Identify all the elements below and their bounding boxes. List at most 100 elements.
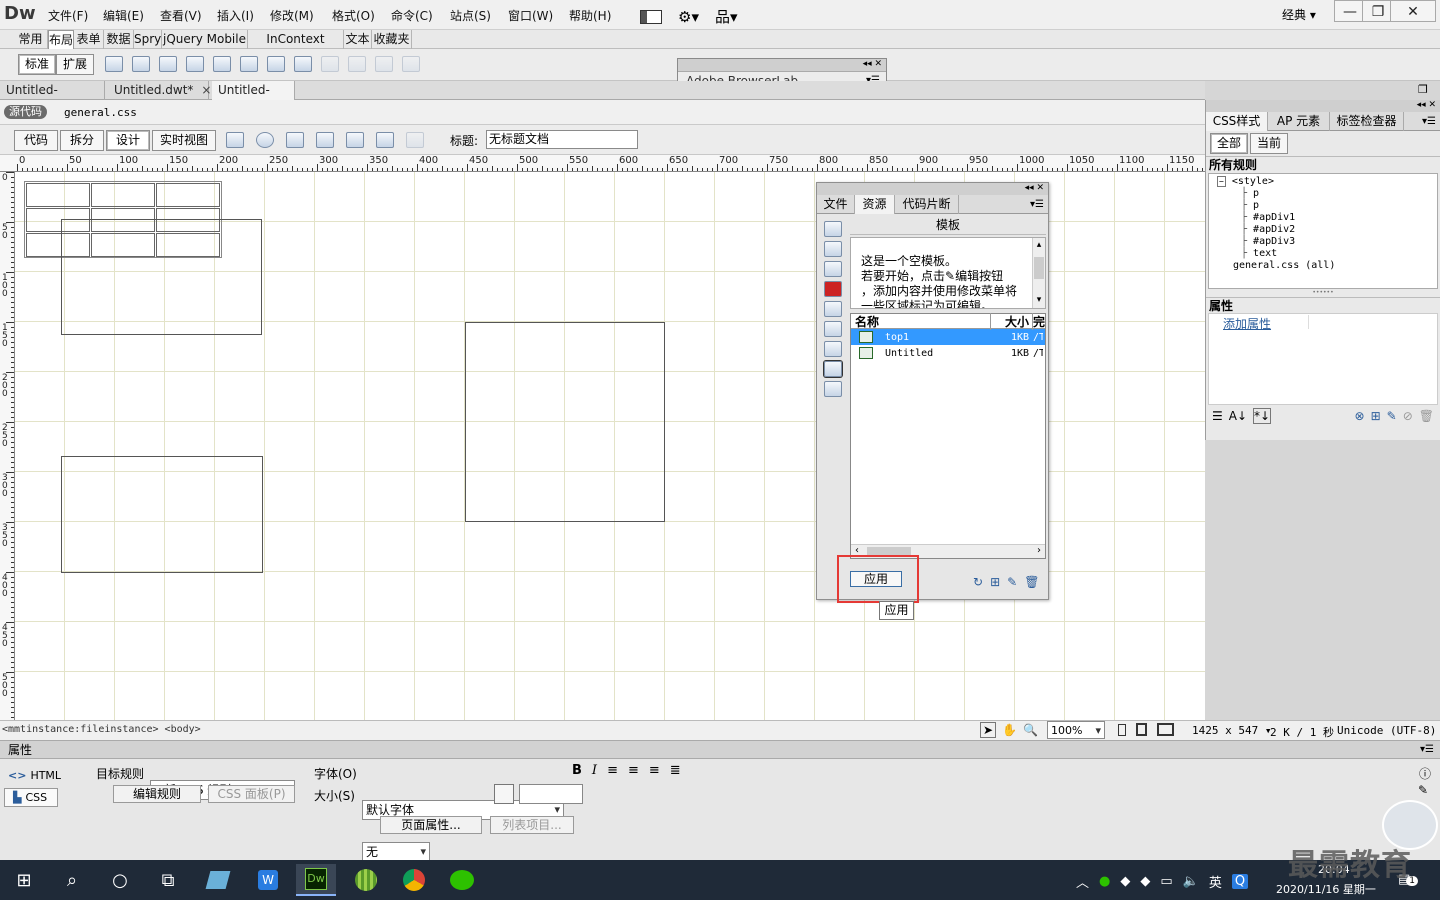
source-code-badge[interactable]: 源代码 — [4, 105, 47, 119]
assets-panel-titlebar[interactable]: ◂◂ ✕ — [817, 183, 1048, 195]
css-rule-item[interactable]: ├ #apDiv2 — [1209, 224, 1437, 236]
images-category-icon[interactable] — [824, 221, 842, 237]
menu-item-8[interactable]: 窗口(W) — [508, 7, 553, 24]
insert-tab-5[interactable]: jQuery Mobile — [162, 30, 248, 49]
preview-browser-icon[interactable] — [256, 132, 274, 148]
template-icon-2[interactable] — [213, 56, 231, 72]
volume-icon[interactable]: 🔈 — [1183, 874, 1199, 889]
menu-item-0[interactable]: 文件(F) — [48, 7, 88, 24]
task-view-icon[interactable]: ⧉ — [148, 864, 188, 896]
css-tab-1[interactable]: AP 元素 — [1268, 111, 1330, 131]
alpha-view-icon[interactable]: A↓ — [1229, 409, 1247, 423]
windows-start-icon[interactable]: ⊞ — [4, 864, 44, 896]
document-title-input[interactable]: 无标题文档 — [486, 130, 638, 149]
align-left-icon[interactable]: ≡ — [607, 763, 618, 778]
set-properties-icon[interactable]: *↓ — [1253, 408, 1272, 424]
gear-icon[interactable]: ⚙▾ — [678, 8, 699, 26]
tablet-size-icon[interactable] — [1136, 723, 1147, 736]
path-column-header[interactable]: 完 — [1033, 313, 1045, 330]
collapse-icon[interactable]: − — [1217, 176, 1226, 187]
color-input[interactable] — [519, 784, 583, 804]
css-rule-item[interactable]: general.css (all) — [1209, 260, 1437, 272]
qq-tray-icon-2[interactable]: ◆ — [1140, 874, 1150, 889]
templates-category-icon[interactable] — [824, 361, 842, 377]
q-app-icon[interactable]: Q — [1231, 874, 1249, 889]
app-blue-icon[interactable] — [198, 864, 238, 896]
wps-icon[interactable]: W — [248, 864, 288, 896]
frame-icon[interactable] — [132, 56, 150, 72]
urls-category-icon[interactable] — [824, 261, 842, 277]
shockwave-category-icon[interactable] — [824, 301, 842, 317]
insert-tab-0[interactable]: 常用 — [14, 30, 48, 49]
multiscreen-icon[interactable] — [226, 132, 244, 148]
help-icon[interactable]: ⓘ — [1419, 765, 1431, 782]
attach-stylesheet-icon[interactable]: ⊗ — [1355, 409, 1365, 423]
widget-icon[interactable] — [375, 56, 393, 72]
assets-tab-0[interactable]: 文件 — [817, 194, 855, 214]
menu-item-2[interactable]: 查看(V) — [160, 7, 202, 24]
wechat-tray-icon[interactable]: ● — [1099, 874, 1110, 889]
div-icon[interactable] — [105, 56, 123, 72]
css-rule-item[interactable]: ├ p — [1209, 200, 1437, 212]
menu-item-1[interactable]: 编辑(E) — [103, 7, 144, 24]
chrome-icon[interactable] — [394, 864, 434, 896]
image-icon[interactable] — [321, 56, 339, 72]
css-rule-item[interactable]: ├ p — [1209, 188, 1437, 200]
network-icon[interactable]: ▭ — [1160, 874, 1172, 889]
inspect-icon[interactable] — [316, 132, 334, 148]
cortana-icon[interactable]: ○ — [100, 864, 140, 896]
refresh-icon[interactable]: ↻ — [973, 575, 983, 589]
color-picker[interactable] — [494, 784, 514, 804]
zoom-select[interactable]: 100% — [1047, 721, 1105, 740]
align-right-icon[interactable]: ≡ — [649, 763, 660, 778]
movies-category-icon[interactable] — [824, 321, 842, 337]
insert-tab-3[interactable]: 数据 — [104, 30, 134, 49]
flash-category-icon[interactable] — [824, 281, 842, 297]
wechat-icon[interactable] — [442, 864, 482, 896]
category-view-icon[interactable]: ☰ — [1212, 409, 1223, 423]
zoom-tool-icon[interactable]: 🔍 — [1023, 723, 1038, 737]
related-file-general-css[interactable]: general.css — [64, 106, 137, 119]
menu-item-6[interactable]: 命令(C) — [391, 7, 433, 24]
template-row[interactable]: top1 1KB/T — [851, 329, 1045, 345]
menu-item-9[interactable]: 帮助(H) — [569, 7, 611, 24]
live-view-button[interactable]: 实时视图 — [152, 130, 217, 151]
name-column-header[interactable]: 名称 — [851, 312, 991, 330]
close-button[interactable]: ✕ — [1390, 0, 1436, 22]
panel-menu-icon[interactable]: ▾☰ — [1420, 744, 1434, 755]
justify-icon[interactable]: ≣ — [670, 763, 681, 778]
split-view-button[interactable]: 拆分 — [60, 130, 105, 151]
insert-tab-7[interactable]: 文本 — [344, 30, 372, 49]
insert-tab-4[interactable]: Spry — [134, 30, 162, 49]
insert-tab-6[interactable]: InContext Editing — [248, 30, 344, 64]
all-mode-button[interactable]: 全部 — [1210, 133, 1249, 154]
workspace-switcher[interactable]: 经典 ▾ — [1282, 6, 1316, 23]
tag-selector[interactable]: <mmtinstance:fileinstance> <body> — [2, 724, 201, 735]
insert-tab-2[interactable]: 表单 — [74, 30, 104, 49]
select-tool-icon[interactable]: ➤ — [980, 722, 997, 738]
bold-button[interactable]: B — [572, 763, 582, 778]
new-css-rule-icon[interactable]: ⊞ — [1371, 409, 1381, 423]
size-column-header[interactable]: 大小 — [991, 312, 1033, 330]
assets-tab-1[interactable]: 资源 — [855, 194, 895, 214]
disable-icon[interactable]: ⊘ — [1403, 409, 1413, 423]
table-icon[interactable] — [159, 56, 177, 72]
delete-rule-icon[interactable]: 🗑 — [1419, 409, 1434, 423]
edit-rule-icon[interactable]: ✎ — [1387, 409, 1397, 423]
edit-icon[interactable]: ✎ — [1007, 575, 1017, 589]
check-compat-icon[interactable] — [376, 132, 394, 148]
mobile-size-icon[interactable] — [1118, 723, 1126, 736]
standard-mode-button[interactable]: 标准 — [18, 54, 57, 75]
menu-item-5[interactable]: 格式(O) — [332, 7, 375, 24]
expanded-mode-button[interactable]: 扩展 — [56, 54, 95, 75]
doc-tab-1[interactable]: Untitled.dwt* × — [108, 81, 211, 100]
assets-tab-2[interactable]: 代码片断 — [895, 194, 959, 214]
hand-tool-icon[interactable]: ✋ — [1002, 723, 1017, 737]
template-icon-4[interactable] — [267, 56, 285, 72]
window-size[interactable]: 1425 x 547 ▾ — [1192, 724, 1271, 737]
css-mode-button[interactable]: ▙ CSS — [4, 788, 58, 807]
template-icon-1[interactable] — [186, 56, 204, 72]
qq-tray-icon[interactable]: ◆ — [1120, 874, 1130, 889]
css-panel-titlebar[interactable]: ◂◂ ✕ — [1206, 100, 1440, 112]
menu-item-3[interactable]: 插入(I) — [217, 7, 254, 24]
